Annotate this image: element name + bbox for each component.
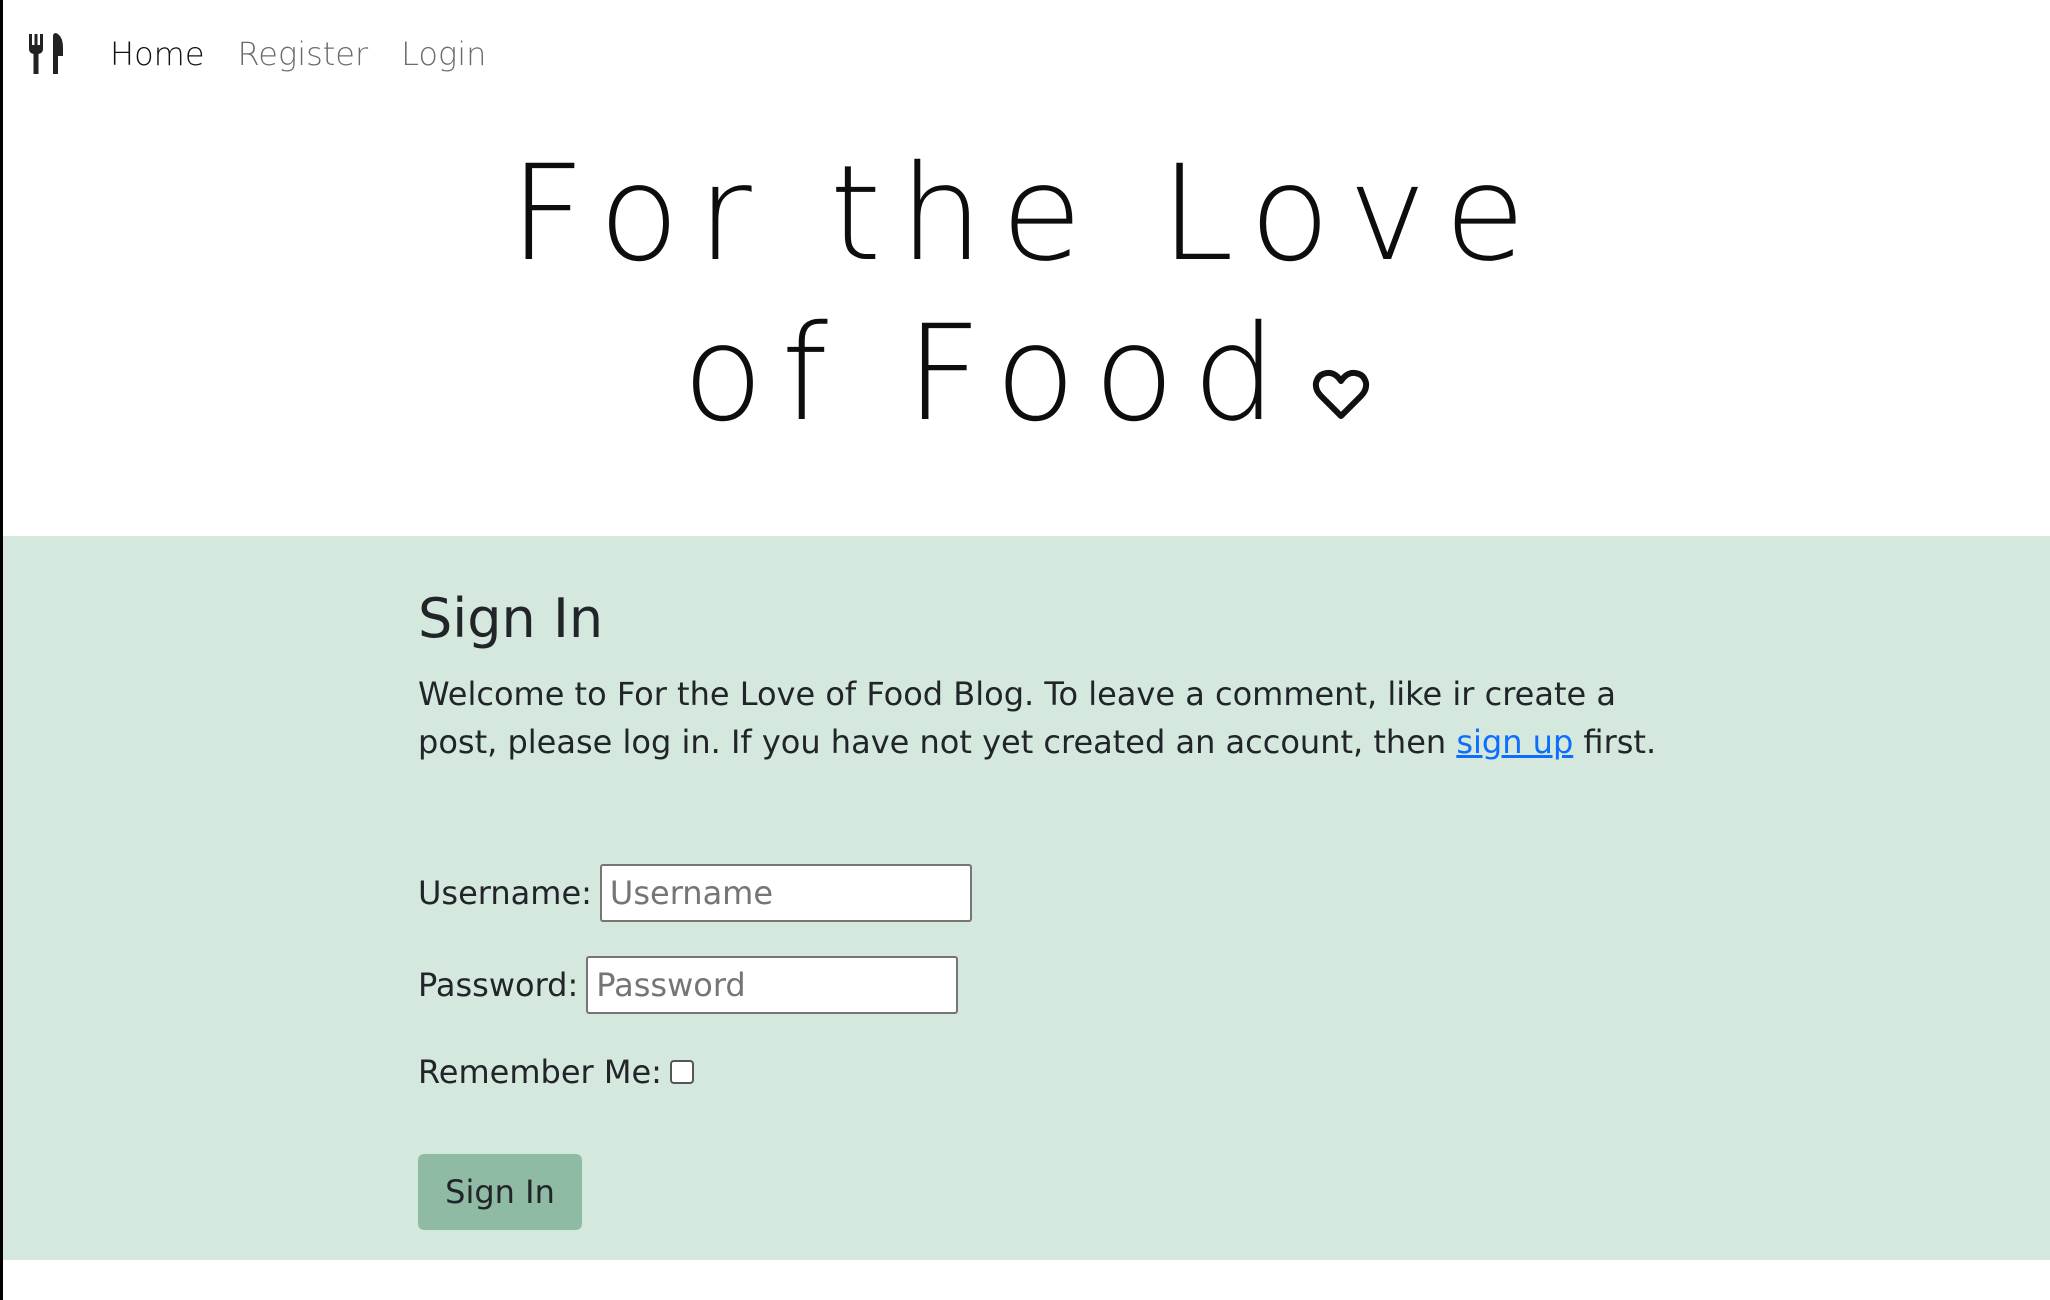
heart-icon xyxy=(1312,296,1370,419)
username-input[interactable] xyxy=(599,864,972,922)
password-label: Password: xyxy=(418,966,579,1004)
signup-link[interactable]: sign up xyxy=(1456,723,1573,761)
site-title: For the Love of Food xyxy=(402,134,1652,454)
hero: For the Love of Food xyxy=(3,108,2050,536)
page: Home Register Login For the Love of Food… xyxy=(0,0,2050,1300)
signin-title: Sign In xyxy=(418,587,604,650)
password-input[interactable] xyxy=(586,956,959,1014)
password-row: Password: xyxy=(418,956,959,1014)
remember-checkbox[interactable] xyxy=(669,1060,694,1084)
signin-section: Sign In Welcome to For the Love of Food … xyxy=(3,536,2050,1260)
nav-login-link[interactable]: Login xyxy=(401,28,486,80)
nav-register-link[interactable]: Register xyxy=(238,28,369,80)
signin-intro: Welcome to For the Love of Food Blog. To… xyxy=(418,670,1658,766)
remember-row: Remember Me: xyxy=(418,1052,694,1092)
signin-intro-suffix: first. xyxy=(1573,723,1657,761)
signin-button[interactable]: Sign In xyxy=(418,1154,582,1230)
username-row: Username: xyxy=(418,864,972,922)
remember-label: Remember Me: xyxy=(418,1053,662,1091)
signin-intro-text: Welcome to For the Love of Food Blog. To… xyxy=(418,675,1616,761)
nav-links: Home Register Login xyxy=(110,28,519,80)
username-label: Username: xyxy=(418,874,592,912)
signin-content: Sign In Welcome to For the Love of Food … xyxy=(418,586,1658,1230)
nav-home-link[interactable]: Home xyxy=(110,28,205,80)
fork-knife-icon[interactable] xyxy=(27,32,67,76)
site-title-text: For the Love of Food xyxy=(509,137,1544,451)
navbar: Home Register Login xyxy=(3,0,2050,108)
